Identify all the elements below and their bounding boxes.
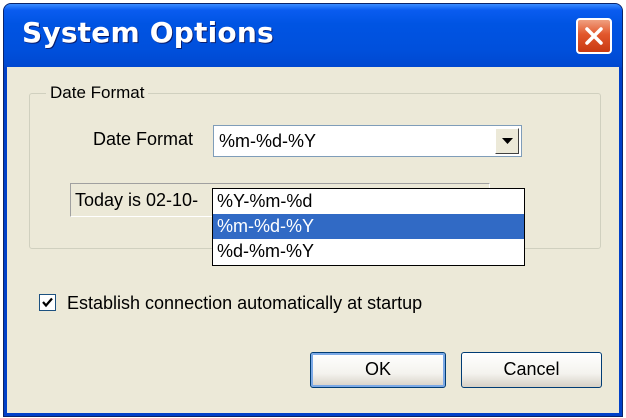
group-legend: Date Format [46,83,149,103]
title-bar[interactable]: System Options [4,4,622,67]
auto-connect-checkbox[interactable] [39,294,56,311]
date-format-label: Date Format [93,129,194,149]
dialog-body: Date Format Date Format %m-%d-%Y Today i… [7,67,619,413]
date-format-combobox[interactable]: %m-%d-%Y [213,125,522,157]
ok-button[interactable]: OK [310,352,446,388]
combo-selected-value: %m-%d-%Y [219,131,317,151]
auto-connect-label: Establish connection automatically at st… [67,293,423,313]
dropdown-option-selected[interactable]: %m-%d-%Y [213,214,524,239]
date-format-group: Date Format Date Format %m-%d-%Y Today i… [29,83,601,266]
window-title: System Options [22,16,274,49]
chevron-down-icon [502,138,513,144]
close-button[interactable] [576,18,612,54]
system-options-dialog: System Options Date Format Date Format %… [3,3,623,417]
dropdown-option[interactable]: %d-%m-%Y [213,239,524,264]
dropdown-option[interactable]: %Y-%m-%d [213,189,524,214]
checkmark-icon [42,297,53,308]
date-format-dropdown-list[interactable]: %Y-%m-%d %m-%d-%Y %d-%m-%Y [212,188,525,266]
today-text: Today is 02-10- [75,190,199,210]
close-icon [585,27,603,45]
dropdown-button[interactable] [495,128,519,154]
cancel-button[interactable]: Cancel [461,352,602,388]
